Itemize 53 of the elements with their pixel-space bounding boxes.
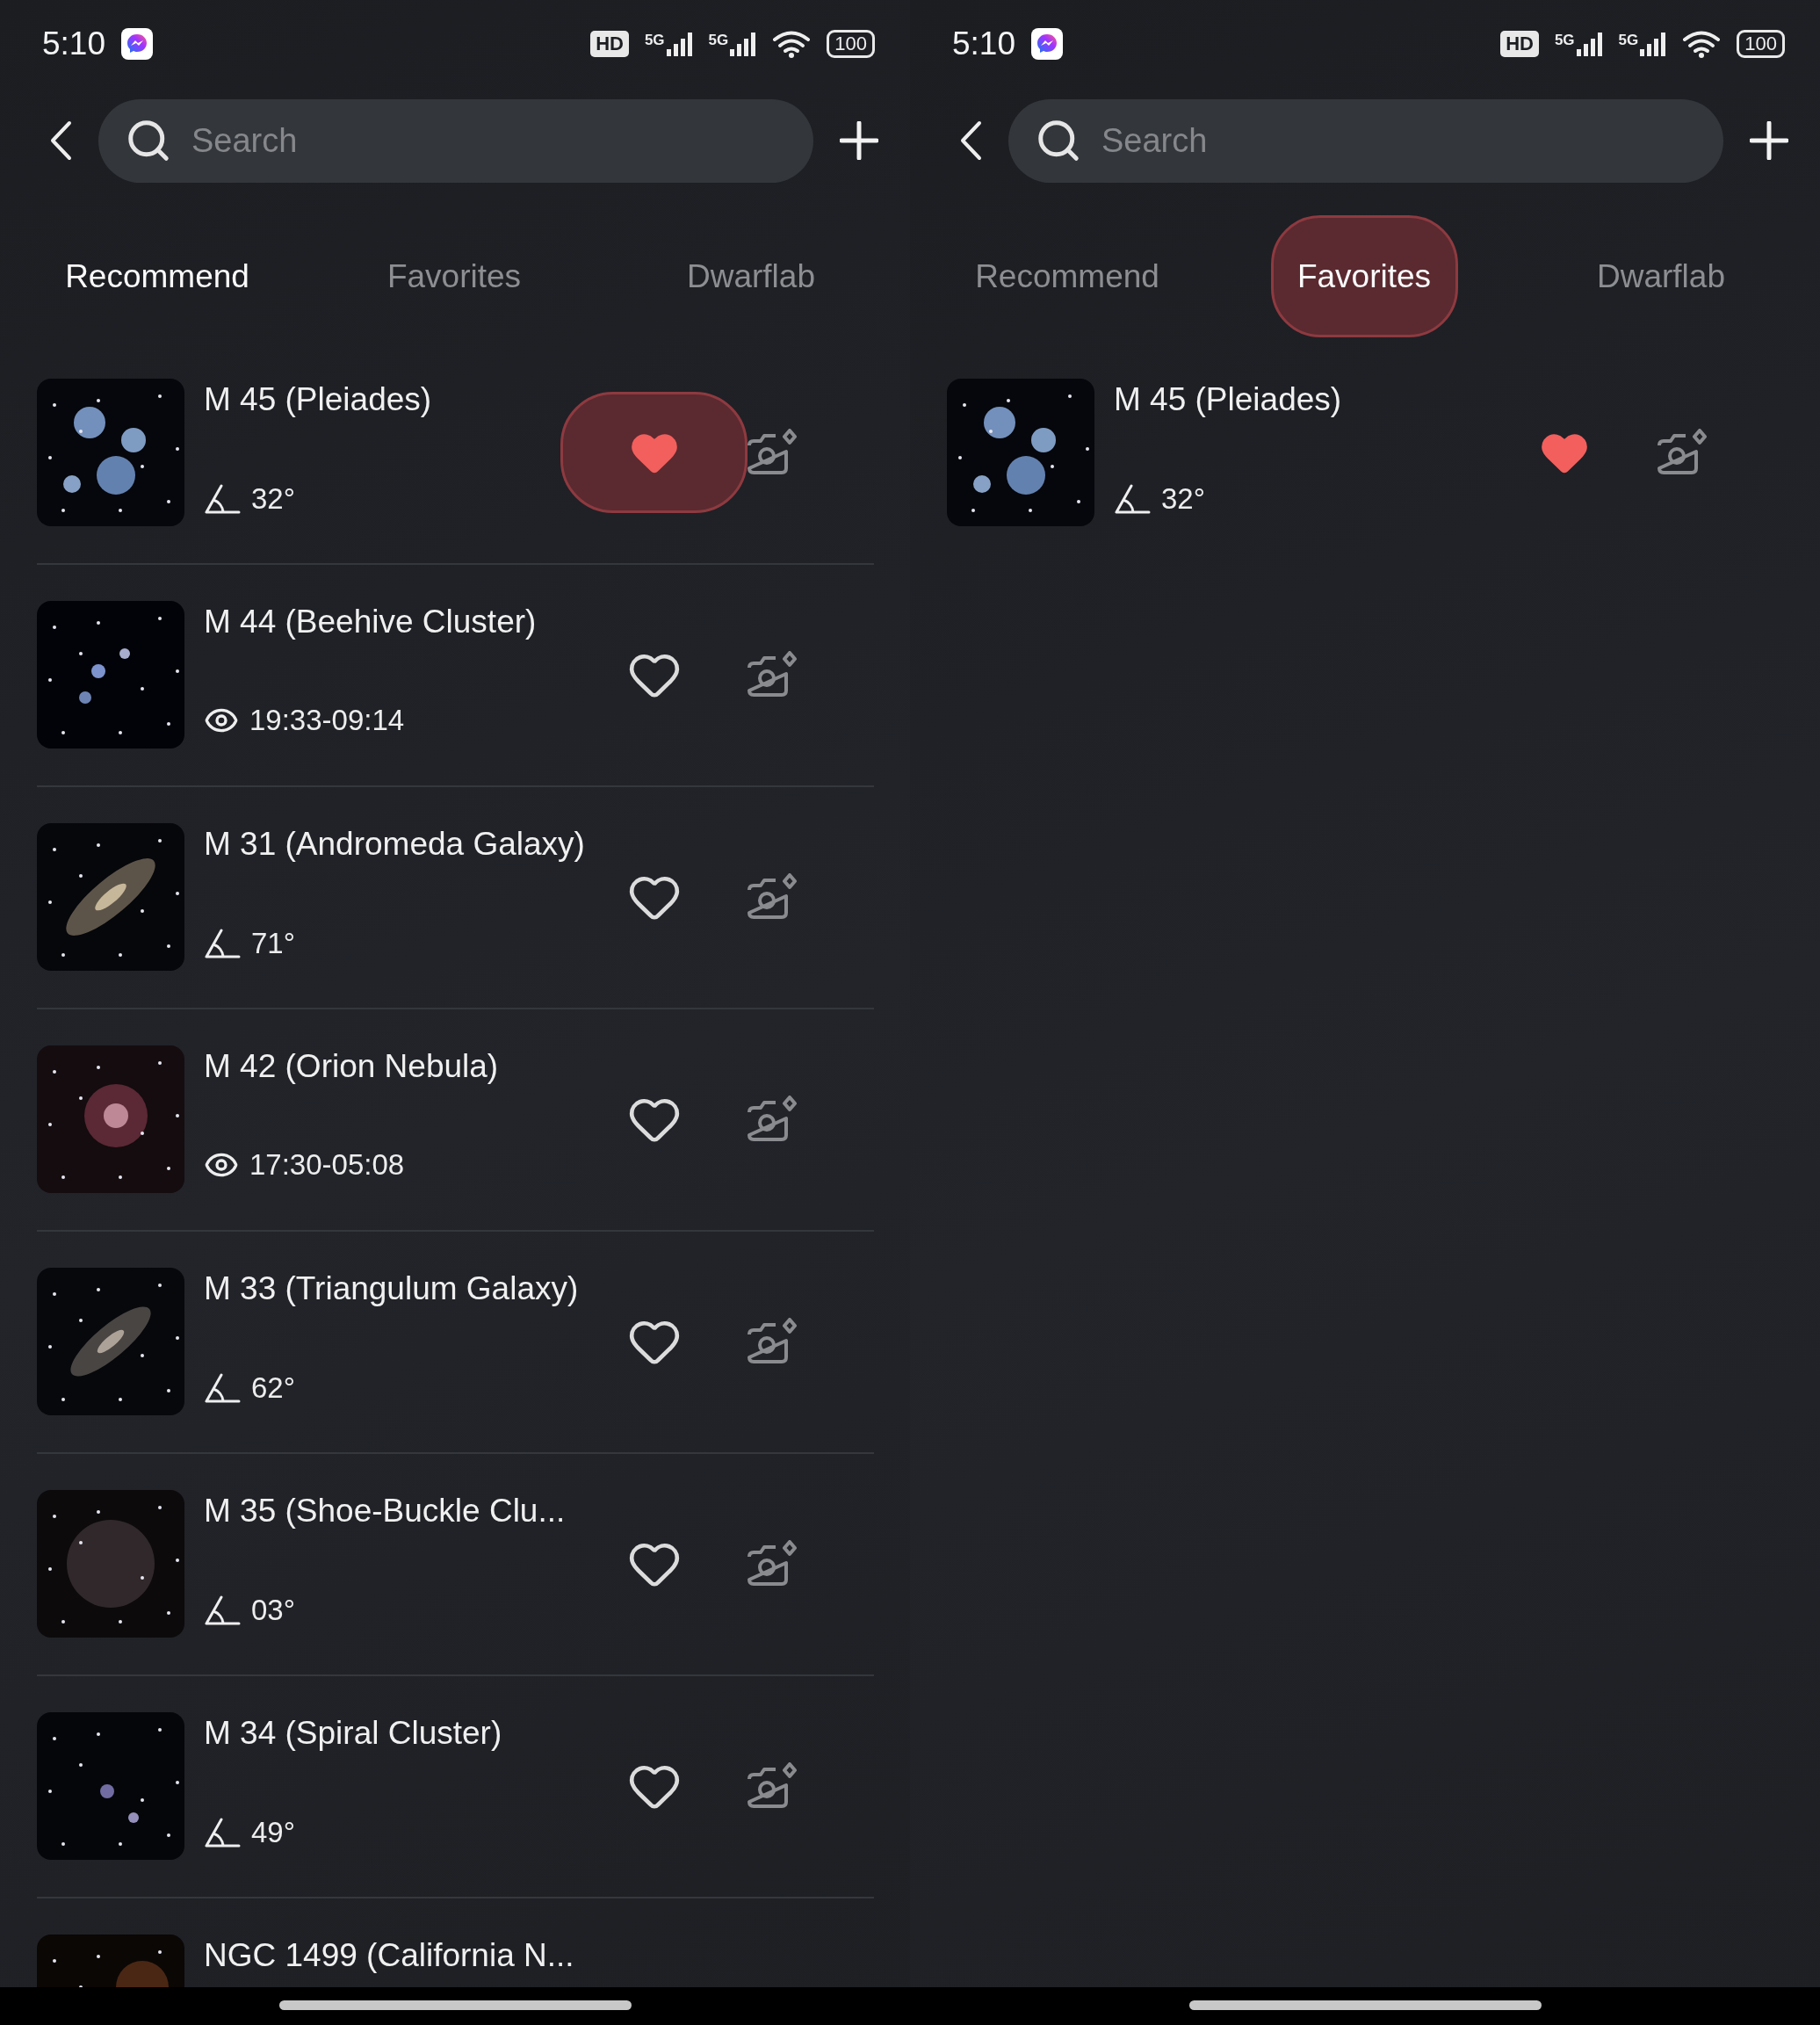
status-time: 5:10: [42, 25, 105, 62]
network-label: 5G: [644, 32, 665, 49]
object-name: M 45 (Pleiades): [204, 380, 433, 419]
object-reading: 71°: [251, 927, 295, 960]
tab[interactable]: Recommend: [63, 215, 251, 337]
search-field[interactable]: Search: [98, 98, 813, 183]
object-name: M 33 (Triangulum Galaxy): [204, 1269, 580, 1308]
hd-badge: HD: [1500, 31, 1539, 57]
angle-icon: [204, 1817, 241, 1848]
plus-icon[interactable]: [840, 121, 878, 160]
hd-badge: HD: [590, 31, 629, 57]
object-reading: 19:33-09:14: [249, 704, 405, 737]
tab[interactable]: Favorites: [360, 215, 548, 337]
back-icon[interactable]: [959, 120, 982, 161]
object-name: M 34 (Spiral Cluster): [204, 1714, 503, 1753]
signal-icon: [666, 32, 693, 56]
object-reading: 17:30-05:08: [249, 1148, 405, 1182]
angle-icon: [204, 928, 241, 959]
search-field[interactable]: Search: [1008, 98, 1723, 183]
battery-indicator: 100: [1737, 30, 1785, 58]
object-reading: 32°: [1161, 482, 1205, 516]
object-reading: 49°: [251, 1816, 295, 1849]
messenger-icon: [121, 28, 153, 60]
status-time: 5:10: [952, 25, 1015, 62]
object-name: M 35 (Shoe-Buckle Clu...: [204, 1492, 567, 1530]
network-label: 5G: [1554, 32, 1575, 49]
object-name: M 45 (Pleiades): [1114, 380, 1343, 419]
angle-icon: [204, 1595, 241, 1626]
wifi-icon: [772, 30, 812, 58]
signal-icon: [730, 32, 757, 56]
angle-icon: [1114, 483, 1151, 515]
messenger-icon: [1031, 28, 1063, 60]
object-reading: 32°: [251, 482, 295, 516]
signal-icon: [1640, 32, 1667, 56]
signal-icon: [1576, 32, 1603, 56]
battery-indicator: 100: [827, 30, 875, 58]
object-name: NGC 1499 (California N...: [204, 1936, 575, 1975]
tab[interactable]: Dwarflab: [657, 215, 845, 337]
tab[interactable]: Recommend: [973, 215, 1161, 337]
object-reading: 62°: [251, 1371, 295, 1405]
object-name: M 42 (Orion Nebula): [204, 1047, 500, 1086]
object-reading: 03°: [251, 1594, 295, 1627]
network-label: 5G: [708, 32, 729, 49]
object-name: M 44 (Beehive Cluster): [204, 603, 538, 641]
tab[interactable]: Favorites: [1270, 215, 1458, 337]
angle-icon: [204, 483, 241, 515]
plus-icon[interactable]: [1750, 121, 1788, 160]
object-name: M 31 (Andromeda Galaxy): [204, 825, 586, 864]
back-icon[interactable]: [49, 120, 72, 161]
angle-icon: [204, 1372, 241, 1404]
wifi-icon: [1682, 30, 1722, 58]
tab[interactable]: Dwarflab: [1567, 215, 1755, 337]
network-label: 5G: [1618, 32, 1639, 49]
